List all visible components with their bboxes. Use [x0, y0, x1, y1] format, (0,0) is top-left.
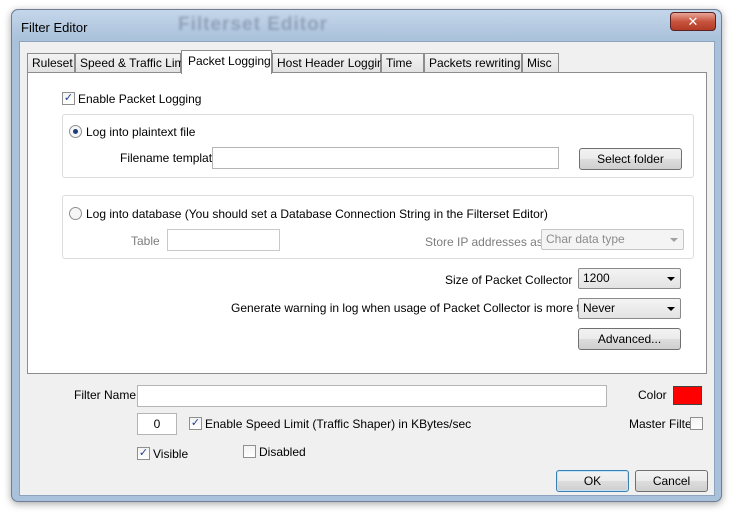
- dialog-client-area: Ruleset Speed & Traffic Limit Packet Log…: [19, 41, 715, 496]
- filename-template-label: Filename template: [120, 151, 219, 165]
- filter-editor-window: Filter Editor Filterset Editor ✕ Ruleset…: [11, 9, 722, 502]
- enable-packet-logging-label: Enable Packet Logging: [78, 92, 202, 106]
- tab-time[interactable]: Time: [381, 53, 424, 72]
- disabled-checkbox[interactable]: [243, 445, 256, 458]
- cancel-button[interactable]: Cancel: [635, 470, 708, 492]
- collector-size-label: Size of Packet Collector: [445, 273, 573, 287]
- chevron-down-icon: [667, 277, 675, 281]
- close-button[interactable]: ✕: [670, 12, 716, 31]
- tab-packet-logging[interactable]: Packet Logging: [181, 50, 272, 74]
- tab-host-header-logging[interactable]: Host Header Logging: [272, 53, 390, 72]
- store-ip-select-value: Char data type: [546, 232, 625, 246]
- background-window-title: Filterset Editor: [178, 14, 329, 35]
- table-label: Table: [131, 234, 160, 248]
- tab-packets-rewriting[interactable]: Packets rewriting: [424, 53, 522, 72]
- tab-misc[interactable]: Misc: [522, 53, 559, 72]
- tab-ruleset[interactable]: Ruleset: [27, 53, 75, 72]
- title-bar[interactable]: Filter Editor Filterset Editor ✕: [12, 10, 721, 42]
- tab-speed-traffic-limit[interactable]: Speed & Traffic Limit: [75, 53, 191, 72]
- visible-checkbox[interactable]: ✓: [137, 447, 150, 460]
- packet-logging-panel: ✓ Enable Packet Logging Log into plainte…: [27, 72, 707, 374]
- usage-warning-value: Never: [583, 301, 616, 315]
- filename-template-input[interactable]: [212, 147, 559, 169]
- plaintext-log-group: Log into plaintext file Filename templat…: [62, 114, 694, 178]
- log-database-label: Log into database (You should set a Data…: [86, 207, 548, 221]
- store-ip-select[interactable]: Char data type: [541, 229, 684, 250]
- disabled-label: Disabled: [259, 445, 306, 459]
- color-label: Color: [638, 388, 667, 402]
- usage-warning-label: Generate warning in log when usage of Pa…: [231, 301, 600, 315]
- master-filter-checkbox[interactable]: [690, 417, 703, 430]
- chevron-down-icon: [667, 307, 675, 311]
- filter-name-label: Filter Name: [74, 388, 137, 402]
- window-title: Filter Editor: [21, 20, 88, 35]
- speed-limit-checkbox[interactable]: ✓: [189, 417, 202, 430]
- chevron-down-icon: [670, 238, 678, 242]
- collector-size-select[interactable]: 1200: [578, 268, 681, 289]
- close-icon: ✕: [687, 14, 699, 29]
- store-ip-label: Store IP addresses as: [425, 235, 543, 249]
- table-input[interactable]: [167, 229, 280, 251]
- speed-limit-input[interactable]: 0: [137, 413, 177, 435]
- database-log-group: Log into database (You should set a Data…: [62, 195, 694, 259]
- select-folder-button[interactable]: Select folder: [579, 148, 682, 170]
- log-plaintext-radio[interactable]: [69, 125, 82, 138]
- speed-limit-label: Enable Speed Limit (Traffic Shaper) in K…: [205, 417, 472, 431]
- advanced-button[interactable]: Advanced...: [578, 328, 681, 350]
- ok-button[interactable]: OK: [556, 470, 629, 492]
- filter-name-input[interactable]: [137, 385, 607, 407]
- visible-label: Visible: [153, 447, 189, 461]
- enable-packet-logging-checkbox[interactable]: ✓: [62, 92, 75, 105]
- master-filter-label: Master Filter: [629, 417, 696, 431]
- color-picker-swatch[interactable]: [673, 386, 702, 405]
- log-database-radio[interactable]: [69, 207, 82, 220]
- usage-warning-select[interactable]: Never: [578, 298, 681, 319]
- collector-size-value: 1200: [583, 271, 610, 285]
- log-plaintext-label: Log into plaintext file: [86, 125, 196, 139]
